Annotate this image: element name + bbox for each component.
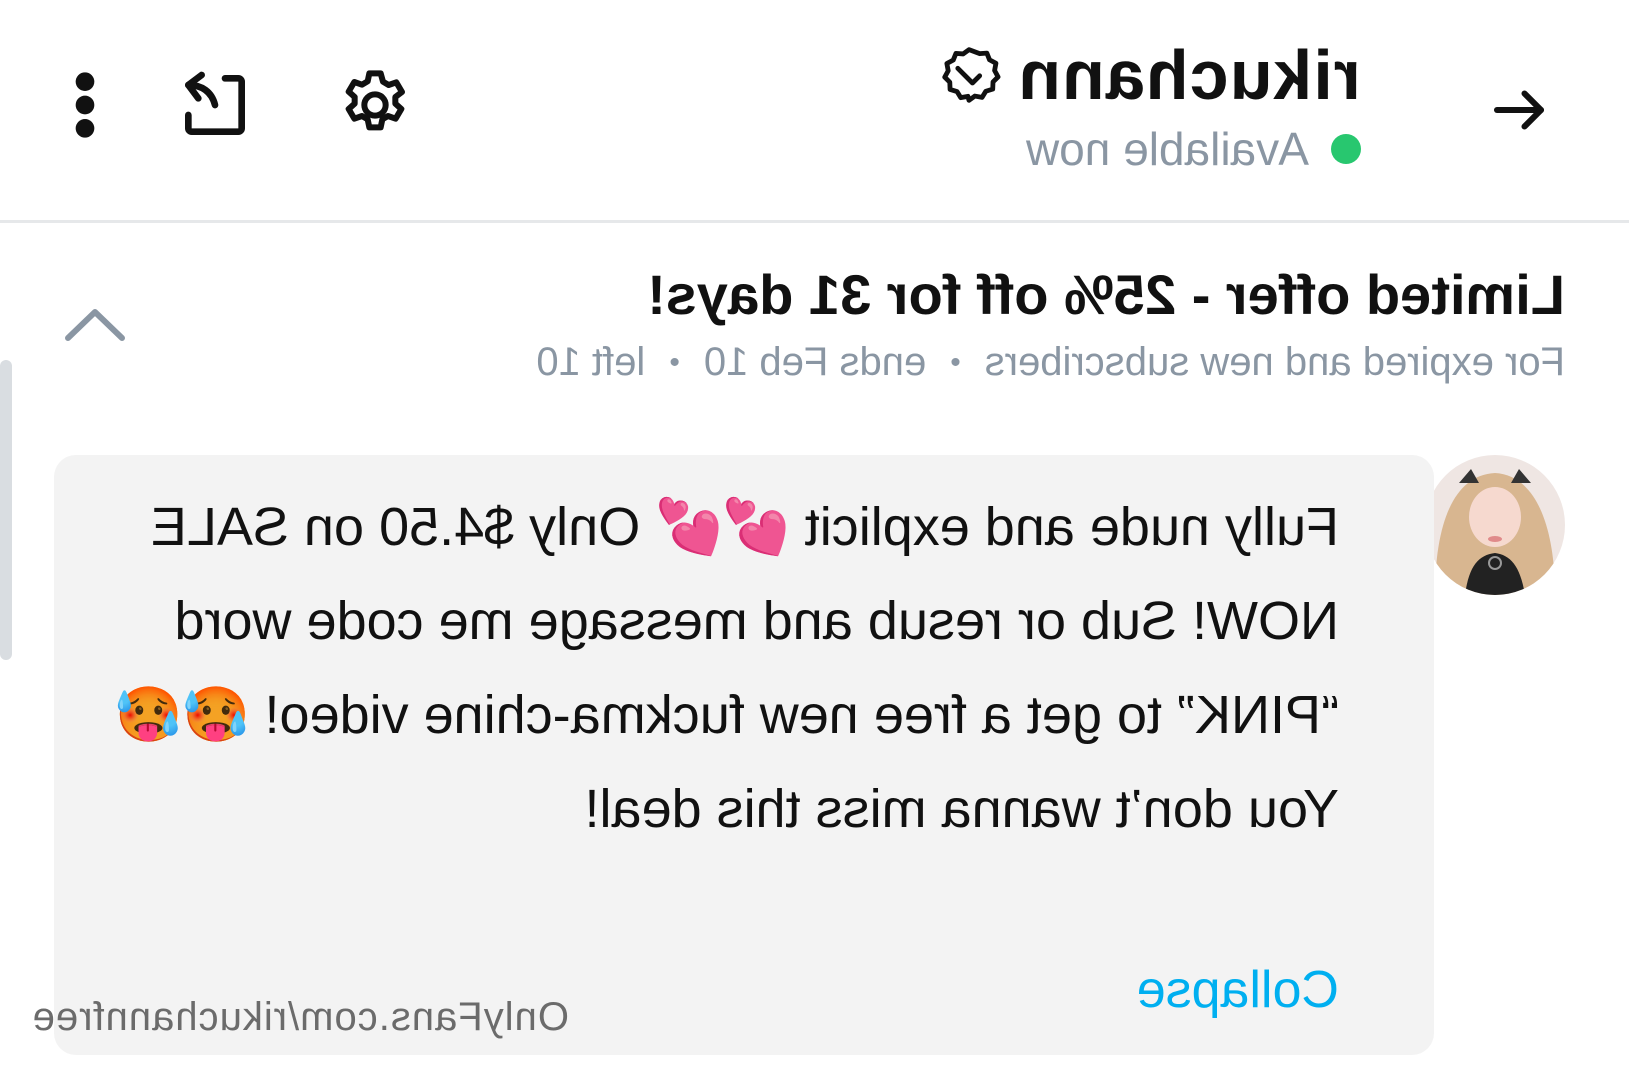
gear-icon [345, 70, 405, 131]
header-actions [70, 60, 420, 150]
chevron-up-icon[interactable] [60, 300, 130, 350]
online-indicator [1331, 134, 1361, 164]
offer-title: Limited offer - 25% off for 31 days! [647, 263, 1565, 326]
offer-details: For expired and new subscribers • ends F… [65, 340, 1565, 385]
arrow-back-icon [1493, 90, 1545, 130]
offer-ends: ends Feb 10 [703, 340, 927, 384]
watermark: OnlyFans.com/rikuchannfree [31, 995, 569, 1039]
collapse-link[interactable]: Collapse [1137, 960, 1339, 1020]
mirrored-screen: rikuchann Available now Limited offer - … [0, 0, 1629, 1079]
separator-dot: • [950, 345, 961, 379]
more-options-button[interactable] [70, 60, 100, 150]
message-text: Fully nude and explicit 💕💕 Only $4.50 on… [115, 497, 1339, 839]
avatar[interactable] [1425, 455, 1565, 595]
scrollbar[interactable] [0, 360, 12, 660]
separator-dot: • [669, 345, 680, 379]
user-info[interactable]: rikuchann Available now [937, 30, 1361, 176]
verified-icon [942, 47, 1001, 103]
share-button[interactable] [170, 60, 260, 150]
more-vertical-icon [75, 72, 95, 138]
message-bubble: Fully nude and explicit 💕💕 Only $4.50 on… [54, 455, 1434, 1055]
settings-button[interactable] [330, 60, 420, 150]
offer-banner: Limited offer - 25% off for 31 days! For… [65, 260, 1565, 385]
back-button[interactable] [1479, 70, 1559, 150]
avatar-image [1425, 455, 1565, 595]
offer-left: left 10 [536, 340, 646, 384]
share-icon [184, 71, 245, 136]
chat-header: rikuchann Available now [0, 0, 1629, 223]
status-text: Available now [1025, 123, 1309, 175]
username: rikuchann [1017, 36, 1361, 114]
offer-audience: For expired and new subscribers [984, 340, 1565, 384]
